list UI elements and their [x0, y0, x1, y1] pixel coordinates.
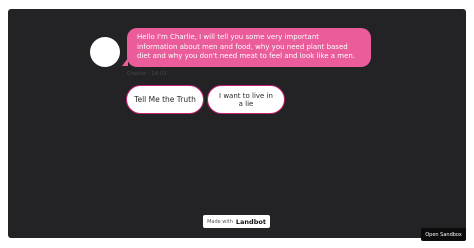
- open-sandbox-button[interactable]: Open Sandbox: [421, 228, 466, 241]
- bot-message-text: Hello I'm Charlie, I will tell you some …: [137, 33, 356, 61]
- bot-message-bubble: Hello I'm Charlie, I will tell you some …: [127, 28, 371, 67]
- tell-me-the-truth-label: Tell Me the Truth: [134, 95, 196, 104]
- bot-avatar: [90, 37, 120, 67]
- landbot-logo: Landbot: [235, 217, 266, 226]
- tell-me-the-truth-button[interactable]: Tell Me the Truth: [126, 85, 204, 114]
- made-with-label: Made with: [207, 218, 233, 225]
- live-in-a-lie-button[interactable]: I want to live in a lie: [207, 85, 285, 114]
- message-meta: Charlie · 14:03: [127, 71, 167, 77]
- open-sandbox-label: Open Sandbox: [425, 231, 462, 238]
- made-with-landbot-badge[interactable]: Made with Landbot: [203, 215, 270, 228]
- live-in-a-lie-label: I want to live in a lie: [219, 91, 273, 108]
